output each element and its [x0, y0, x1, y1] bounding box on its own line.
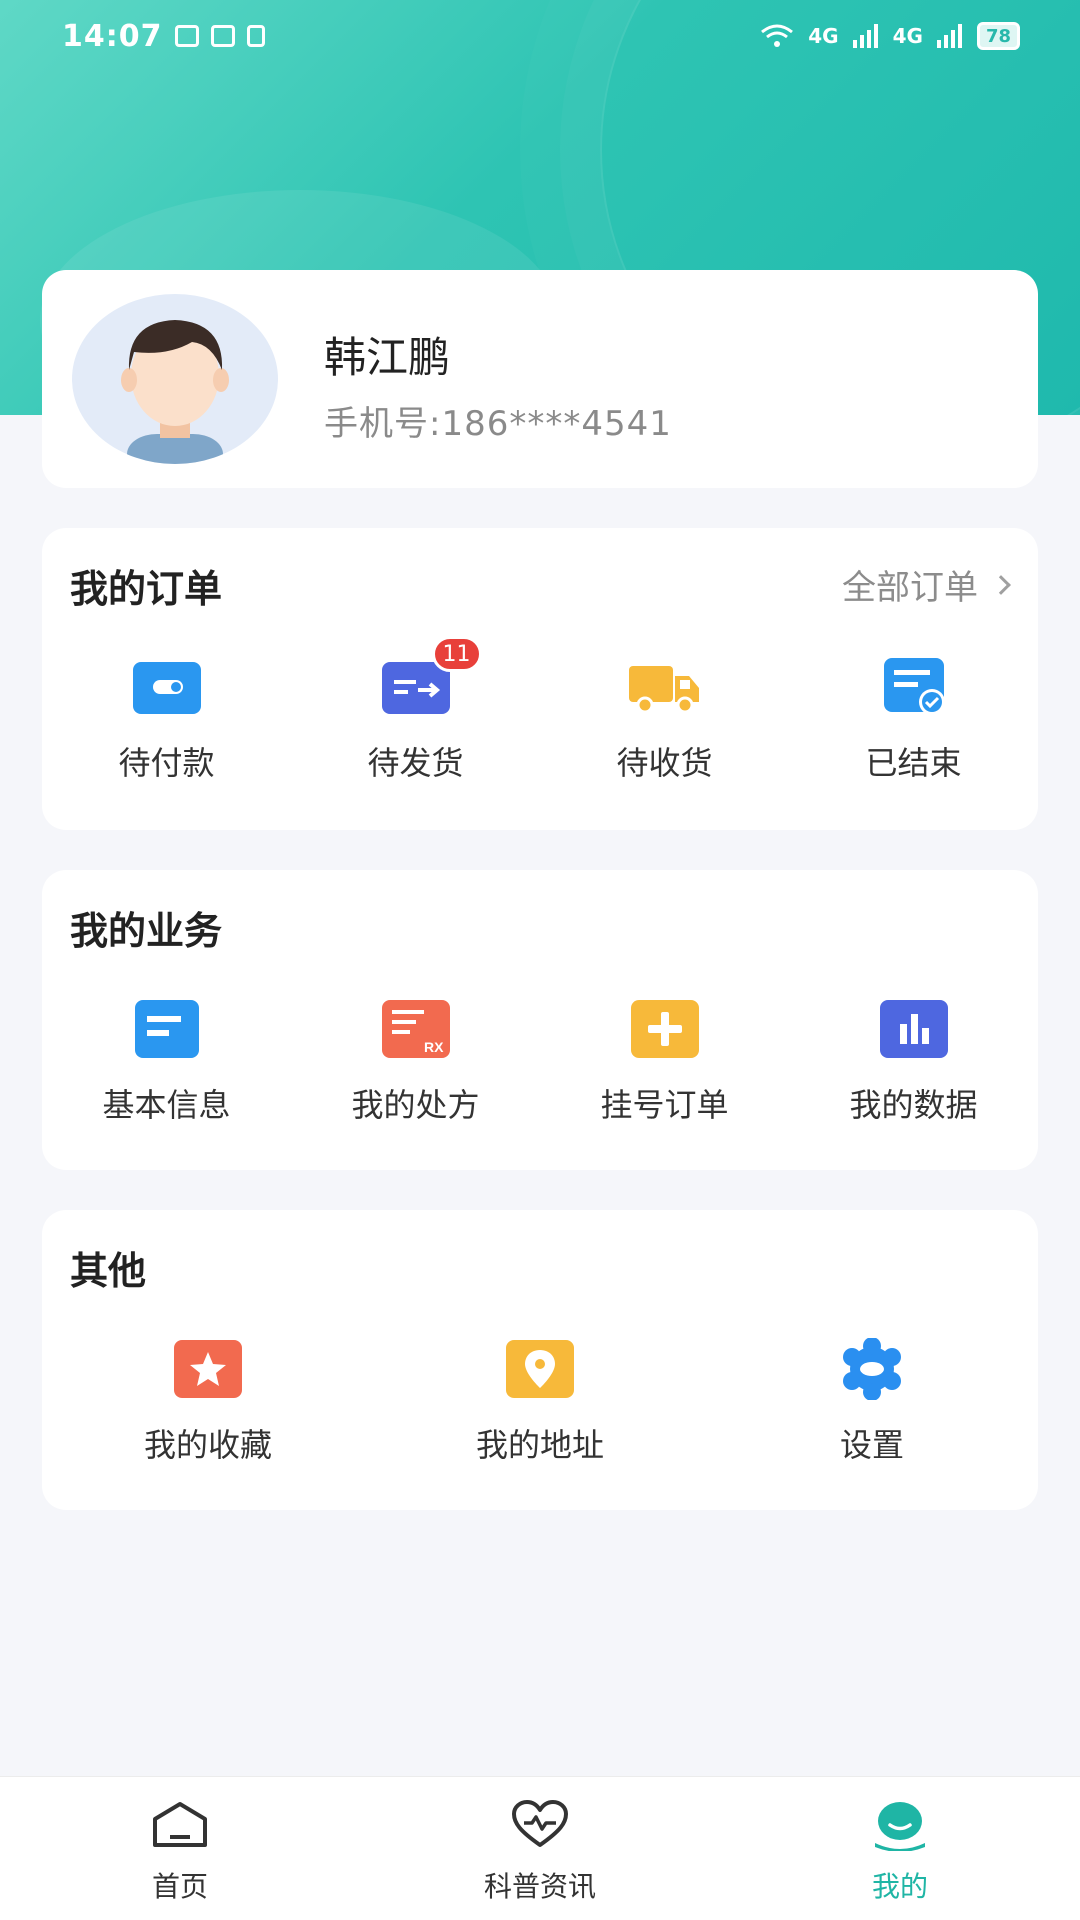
order-pending-shipment-label: 待发货	[367, 744, 464, 782]
nfc-icon	[210, 25, 235, 47]
chevron-right-icon	[991, 574, 1011, 595]
heart-pulse-icon	[512, 1800, 568, 1847]
pending-shipment-badge: 11	[431, 636, 482, 672]
business-registration-orders[interactable]: 挂号订单	[540, 998, 789, 1126]
completed-doc-icon	[878, 656, 950, 718]
user-name: 韩江鹏	[324, 333, 451, 382]
order-completed-label: 已结束	[865, 744, 962, 782]
home-icon	[153, 1802, 207, 1847]
prescription-rx-icon: RX	[380, 998, 452, 1060]
all-orders-label: 全部订单	[842, 568, 978, 608]
info-card-icon	[131, 998, 203, 1060]
svg-text:RX: RX	[424, 1039, 444, 1055]
tab-science-news[interactable]: 科普资讯	[360, 1777, 720, 1920]
business-my-data[interactable]: 我的数据	[789, 998, 1038, 1126]
business-basic-info[interactable]: 基本信息	[42, 998, 291, 1126]
order-pending-shipment[interactable]: 11 待发货	[291, 636, 540, 784]
status-time: 14:07	[62, 18, 163, 54]
message-notification-icon	[174, 25, 199, 47]
business-my-data-label: 我的数据	[849, 1086, 978, 1124]
tab-home-label: 首页	[151, 1870, 208, 1903]
signal-label-1: 4G	[808, 24, 839, 48]
shipping-list-icon: 11	[380, 636, 482, 718]
signal-label-2: 4G	[892, 24, 923, 48]
wallet-icon	[131, 656, 203, 718]
other-favorites[interactable]: 我的收藏	[42, 1338, 374, 1466]
other-title: 其他	[70, 1249, 147, 1293]
order-pending-payment[interactable]: 待付款	[42, 656, 291, 784]
business-basic-info-label: 基本信息	[102, 1086, 231, 1124]
other-settings-label: 设置	[839, 1426, 904, 1464]
other-card: 其他 我的收藏 我的地址 设置	[42, 1210, 1038, 1510]
orders-card: 我的订单 全部订单 待付款 11 待发货 待收货 已结束	[42, 528, 1038, 830]
gear-icon	[836, 1337, 908, 1401]
signal-bars-icon-1	[852, 24, 878, 48]
tab-home[interactable]: 首页	[0, 1777, 360, 1920]
truck-icon	[628, 656, 701, 718]
other-settings[interactable]: 设置	[706, 1337, 1038, 1466]
other-address-label: 我的地址	[475, 1426, 604, 1464]
business-prescription[interactable]: RX 我的处方	[291, 998, 540, 1126]
order-pending-receipt-label: 待收货	[616, 744, 713, 782]
other-favorites-label: 我的收藏	[143, 1426, 272, 1464]
avatar[interactable]	[72, 294, 278, 464]
other-address[interactable]: 我的地址	[374, 1338, 706, 1466]
star-icon	[172, 1338, 244, 1400]
status-bar: 14:07 4G 4G 78	[0, 0, 1080, 72]
plus-register-icon	[629, 998, 701, 1060]
user-phone: 手机号:186****4541	[324, 404, 672, 444]
wifi-icon	[761, 24, 794, 47]
order-pending-receipt[interactable]: 待收货	[540, 656, 789, 784]
avatar-boy-icon	[121, 320, 229, 464]
tab-mine[interactable]: 我的	[720, 1777, 1080, 1920]
battery-icon: 78	[976, 22, 1020, 50]
profile-card[interactable]: 韩江鹏 手机号:186****4541	[42, 270, 1038, 488]
orders-title: 我的订单	[70, 567, 223, 611]
bar-chart-icon	[878, 998, 950, 1060]
business-prescription-label: 我的处方	[351, 1086, 480, 1124]
business-card: 我的业务 基本信息 RX 我的处方 挂号订单 我的数据	[42, 870, 1038, 1170]
profile-icon	[875, 1802, 925, 1851]
all-orders-link[interactable]: 全部订单	[842, 560, 1011, 609]
tab-mine-label: 我的	[871, 1870, 928, 1903]
order-pending-payment-label: 待付款	[118, 744, 215, 782]
location-pin-icon	[504, 1338, 576, 1400]
order-completed[interactable]: 已结束	[789, 656, 1038, 784]
signal-bars-icon-2	[936, 24, 962, 48]
business-title: 我的业务	[70, 909, 223, 953]
bottom-tab-bar: 首页 科普资讯 我的	[0, 1776, 1080, 1920]
tab-science-news-label: 科普资讯	[483, 1870, 596, 1903]
vibrate-icon	[246, 25, 265, 47]
business-registration-orders-label: 挂号订单	[600, 1086, 729, 1124]
